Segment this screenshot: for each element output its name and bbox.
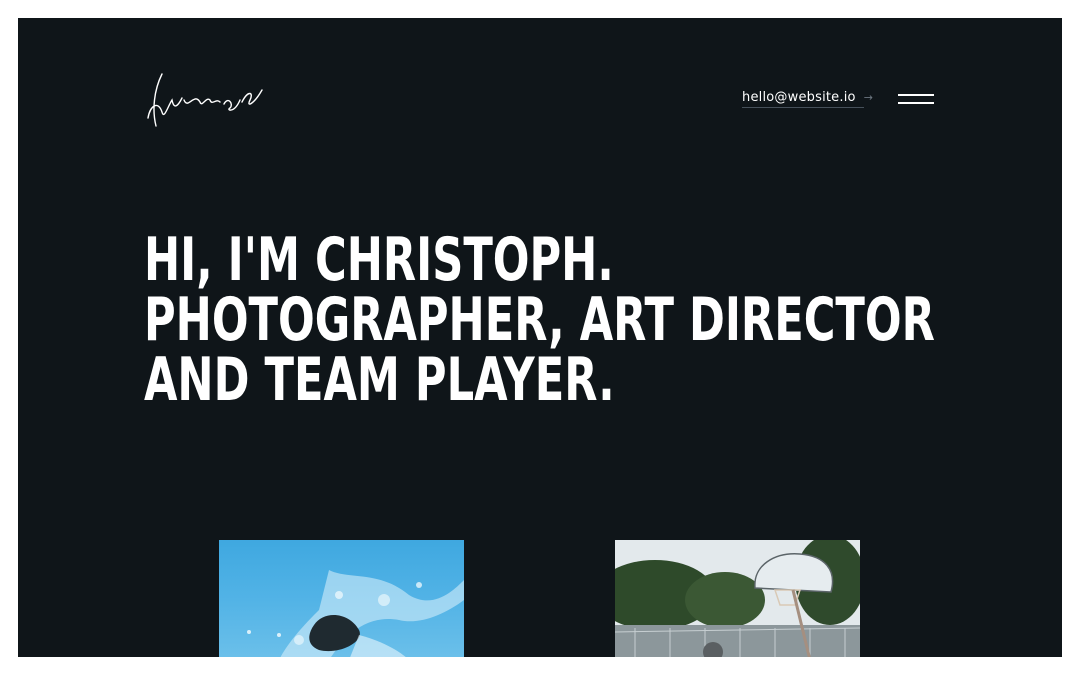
email-link[interactable]: hello@website.io → — [742, 89, 873, 108]
menu-line — [898, 102, 934, 104]
headline-line-3: AND TEAM PLAYER. — [144, 345, 615, 415]
gallery-photo-basketball-court[interactable] — [615, 540, 860, 657]
signature-icon — [147, 73, 263, 127]
gallery-photo-water-splash[interactable] — [219, 540, 464, 657]
arrow-right-icon: → — [863, 90, 874, 104]
hero-headline: HI, I'M CHRISTOPH. PHOTOGRAPHER, ART DIR… — [144, 225, 935, 415]
basketball-court-image — [615, 540, 860, 657]
email-text: hello@website.io — [742, 89, 856, 105]
site-frame: hello@website.io → HI, I'M CHRISTOPH. PH… — [18, 18, 1062, 657]
menu-line — [898, 94, 934, 96]
headline-line-1: HI, I'M CHRISTOPH. — [144, 225, 614, 295]
signature-logo[interactable] — [144, 70, 268, 130]
water-splash-image — [247, 570, 464, 657]
headline-line-2: PHOTOGRAPHER, ART DIRECTOR — [144, 285, 935, 355]
hamburger-menu-icon[interactable] — [898, 92, 936, 106]
